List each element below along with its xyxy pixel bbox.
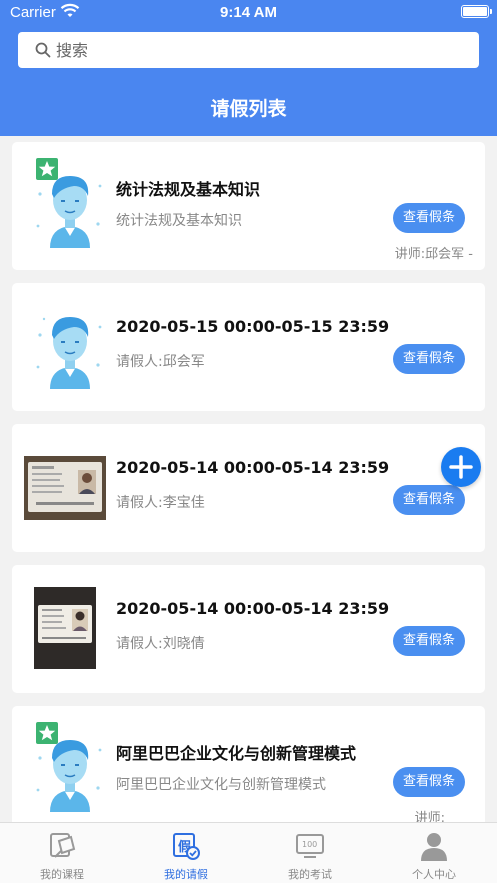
list-item[interactable]: 2020-05-14 00:00-05-14 23:59 请假人:李宝佳 查看假… — [12, 424, 485, 552]
id-card-photo — [24, 456, 106, 520]
card-teacher: 讲师:邱会军 - — [394, 247, 473, 262]
status-bar: Carrier 9:14 AM — [0, 0, 497, 26]
tab-my-exams[interactable]: 100 我的考试 — [248, 823, 372, 883]
list-item[interactable]: 统计法规及基本知识 统计法规及基本知识 查看假条 讲师:邱会军 - — [12, 142, 485, 270]
card-title: 统计法规及基本知识 — [116, 180, 261, 199]
star-badge-icon — [36, 158, 58, 180]
list-item[interactable]: 阿里巴巴企业文化与创新管理模式 阿里巴巴企业文化与创新管理模式 查看假条 讲师: — [12, 706, 485, 822]
id-card-photo — [34, 587, 96, 669]
list-item[interactable]: 2020-05-15 00:00-05-15 23:59 请假人:邱会军 查看假… — [12, 283, 485, 411]
tab-label: 我的请假 — [164, 868, 208, 881]
card-title: 阿里巴巴企业文化与创新管理模式 — [116, 744, 357, 763]
search-bar[interactable] — [18, 32, 479, 68]
card-title: 2020-05-14 00:00-05-14 23:59 — [116, 458, 390, 477]
plus-icon — [449, 455, 473, 479]
card-subtitle: 请假人:邱会军 — [116, 354, 205, 370]
tab-profile[interactable]: 个人中心 — [372, 823, 496, 883]
tab-label: 我的课程 — [40, 868, 84, 881]
view-leave-button[interactable]: 查看假条 — [393, 203, 465, 233]
battery-icon — [461, 5, 492, 18]
exam-icon: 100 — [296, 834, 324, 858]
view-leave-button[interactable]: 查看假条 — [393, 626, 465, 656]
leave-list[interactable]: 统计法规及基本知识 统计法规及基本知识 查看假条 讲师:邱会军 - 2020-0… — [0, 136, 497, 822]
page-title: 请假列表 — [210, 98, 287, 120]
card-subtitle: 阿里巴巴企业文化与创新管理模式 — [116, 777, 326, 793]
search-input[interactable] — [56, 32, 456, 68]
course-icon — [50, 833, 76, 858]
card-subtitle: 请假人:刘晓倩 — [116, 636, 205, 652]
card-subtitle: 统计法规及基本知识 — [116, 213, 242, 229]
tab-my-leave[interactable]: 假 我的请假 — [124, 823, 248, 883]
svg-text:100: 100 — [302, 840, 317, 849]
tab-bar: 我的课程 假 我的请假 100 我的考试 个人中心 — [0, 822, 497, 883]
view-leave-button[interactable]: 查看假条 — [393, 767, 465, 797]
tab-label: 个人中心 — [412, 868, 456, 881]
search-icon — [35, 42, 51, 58]
avatar-icon — [36, 317, 102, 389]
list-item[interactable]: 2020-05-14 00:00-05-14 23:59 请假人:刘晓倩 查看假… — [12, 565, 485, 693]
header: 请假列表 — [0, 26, 497, 136]
view-leave-button[interactable]: 查看假条 — [393, 344, 465, 374]
status-time: 9:14 AM — [220, 4, 277, 21]
star-badge-icon — [36, 722, 58, 744]
leave-icon: 假 — [173, 833, 200, 860]
tab-label: 我的考试 — [288, 868, 332, 881]
add-leave-button[interactable] — [441, 447, 481, 487]
card-title: 2020-05-14 00:00-05-14 23:59 — [116, 599, 390, 618]
tab-my-courses[interactable]: 我的课程 — [0, 823, 124, 883]
profile-icon — [421, 833, 447, 861]
card-subtitle: 请假人:李宝佳 — [116, 495, 205, 511]
view-leave-button[interactable]: 查看假条 — [393, 485, 465, 515]
card-teacher: 讲师: — [414, 811, 445, 822]
card-title: 2020-05-15 00:00-05-15 23:59 — [116, 317, 390, 336]
